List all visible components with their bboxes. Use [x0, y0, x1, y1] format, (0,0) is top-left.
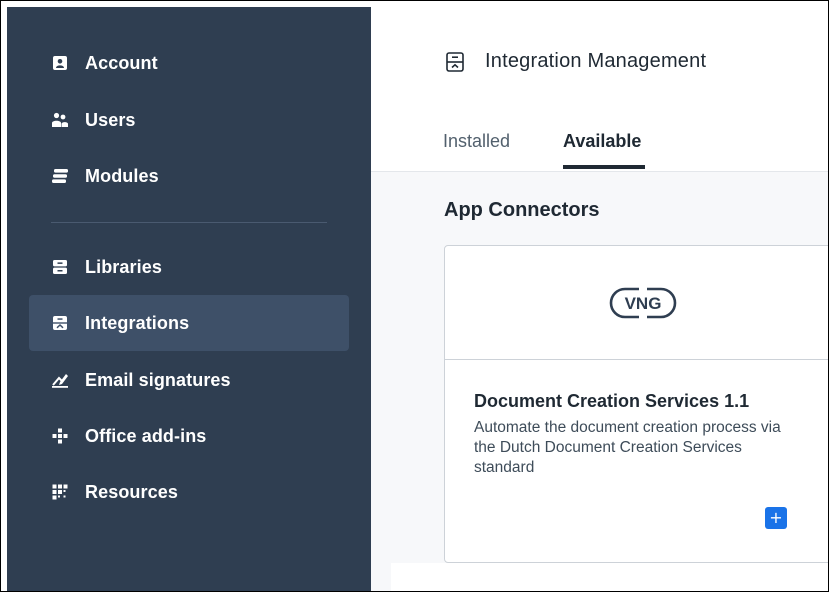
tab-available[interactable]: Available	[563, 131, 641, 152]
sidebar-item-label: Account	[85, 52, 158, 73]
card-title: Document Creation Services 1.1	[474, 391, 750, 411]
sidebar-item-users[interactable]: Users	[29, 92, 349, 148]
main-panel: Integration Management Installed Availab…	[371, 7, 828, 591]
sidebar-item-email-signatures[interactable]: Email signatures	[29, 352, 349, 408]
card-logo-area: VNG	[445, 246, 828, 360]
sidebar-item-label: Integrations	[85, 312, 190, 333]
users-icon	[51, 111, 69, 129]
connector-card[interactable]: VNG Document Creation Services 1.1 Autom…	[444, 245, 828, 563]
page-header: Integration Management Installed Availab…	[371, 7, 828, 172]
sidebar-item-label: Users	[85, 109, 136, 130]
sidebar-item-label: Libraries	[85, 256, 162, 277]
integrations-icon	[51, 314, 69, 332]
sidebar-item-office-add-ins[interactable]: Office add-ins	[29, 408, 349, 464]
sidebar-item-label: Office add-ins	[85, 425, 207, 446]
email-signature-icon	[51, 371, 69, 389]
libraries-icon	[51, 258, 69, 276]
page-title: Integration Management	[485, 50, 707, 72]
add-connector-button[interactable]: +	[765, 507, 787, 529]
card-description: Automate the document creation process v…	[474, 419, 781, 476]
sidebar-item-integrations[interactable]: Integrations	[29, 295, 349, 351]
office-addins-icon	[51, 427, 69, 445]
sidebar-item-account[interactable]: Account	[29, 35, 349, 91]
sidebar: Account Users Modules Libraries Integrat…	[7, 7, 371, 591]
sidebar-item-resources[interactable]: Resources	[29, 464, 349, 520]
sidebar-divider	[51, 222, 327, 223]
sidebar-item-libraries[interactable]: Libraries	[29, 239, 349, 295]
integration-management-icon	[446, 51, 466, 72]
tab-installed[interactable]: Installed	[443, 131, 510, 152]
modules-icon	[51, 167, 69, 185]
vng-logo: VNG	[609, 285, 677, 320]
page-title-group: Integration Management	[446, 50, 706, 73]
sidebar-item-label: Resources	[85, 481, 178, 502]
app-window: Account Users Modules Libraries Integrat…	[0, 0, 829, 592]
sidebar-item-label: Modules	[85, 165, 159, 186]
account-icon	[51, 54, 69, 72]
section-title: App Connectors	[444, 199, 600, 221]
sidebar-item-modules[interactable]: Modules	[29, 148, 349, 204]
vng-logo-text: VNG	[625, 294, 662, 313]
sidebar-item-label: Email signatures	[85, 369, 231, 390]
footer-strip	[391, 563, 828, 591]
resources-icon	[51, 483, 69, 501]
active-tab-indicator	[563, 165, 645, 169]
